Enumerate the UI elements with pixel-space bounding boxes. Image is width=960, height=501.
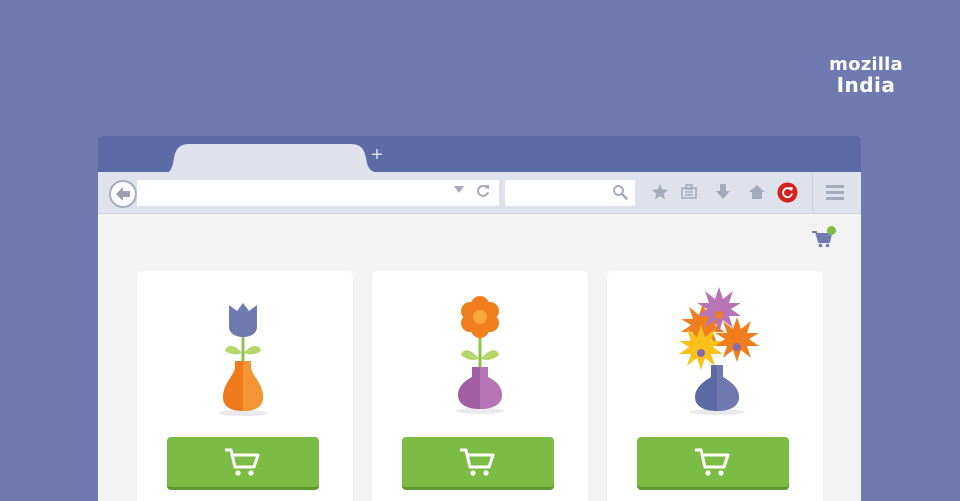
- browser-window: × +: [98, 136, 861, 501]
- back-button[interactable]: [109, 180, 137, 208]
- tab-strip: × +: [98, 136, 861, 174]
- add-to-cart-button[interactable]: [402, 437, 554, 487]
- orange-flower-vase-illustration: [456, 296, 504, 414]
- logo-line-2: India: [836, 73, 896, 97]
- back-arrow-icon: [116, 187, 130, 201]
- bookmark-star-icon[interactable]: [651, 183, 669, 201]
- reading-list-icon[interactable]: [680, 183, 698, 201]
- add-to-cart-button[interactable]: [167, 437, 319, 487]
- page-content: [98, 215, 861, 501]
- tab-shape: [160, 144, 392, 174]
- home-icon[interactable]: [748, 183, 766, 201]
- tab-close-button[interactable]: ×: [396, 157, 410, 171]
- toolbar-separator: [812, 172, 813, 213]
- active-tab[interactable]: ×: [160, 144, 407, 174]
- product-card: [607, 271, 823, 501]
- product-card: [137, 271, 353, 501]
- logo-line-1: mozilla: [829, 54, 903, 75]
- hamburger-menu-icon[interactable]: [826, 185, 844, 200]
- download-icon[interactable]: [715, 183, 731, 201]
- cart-icon: [695, 448, 730, 476]
- cart-icon: [225, 448, 260, 476]
- cart-icon: [460, 448, 495, 476]
- url-dropdown-icon[interactable]: [454, 186, 464, 193]
- pocket-sync-icon[interactable]: [777, 182, 798, 203]
- navigation-toolbar: [98, 172, 861, 214]
- product-card: [372, 271, 588, 501]
- cart-notification-badge: [827, 226, 836, 235]
- reload-icon[interactable]: [476, 184, 490, 198]
- bouquet-vase-illustration: [679, 287, 759, 415]
- mozilla-india-logo: mozilla India: [826, 54, 906, 97]
- url-bar[interactable]: [137, 180, 499, 206]
- search-icon[interactable]: [612, 184, 628, 200]
- add-to-cart-button[interactable]: [637, 437, 789, 487]
- tulip-vase-illustration: [219, 303, 267, 416]
- new-tab-button[interactable]: +: [369, 145, 385, 165]
